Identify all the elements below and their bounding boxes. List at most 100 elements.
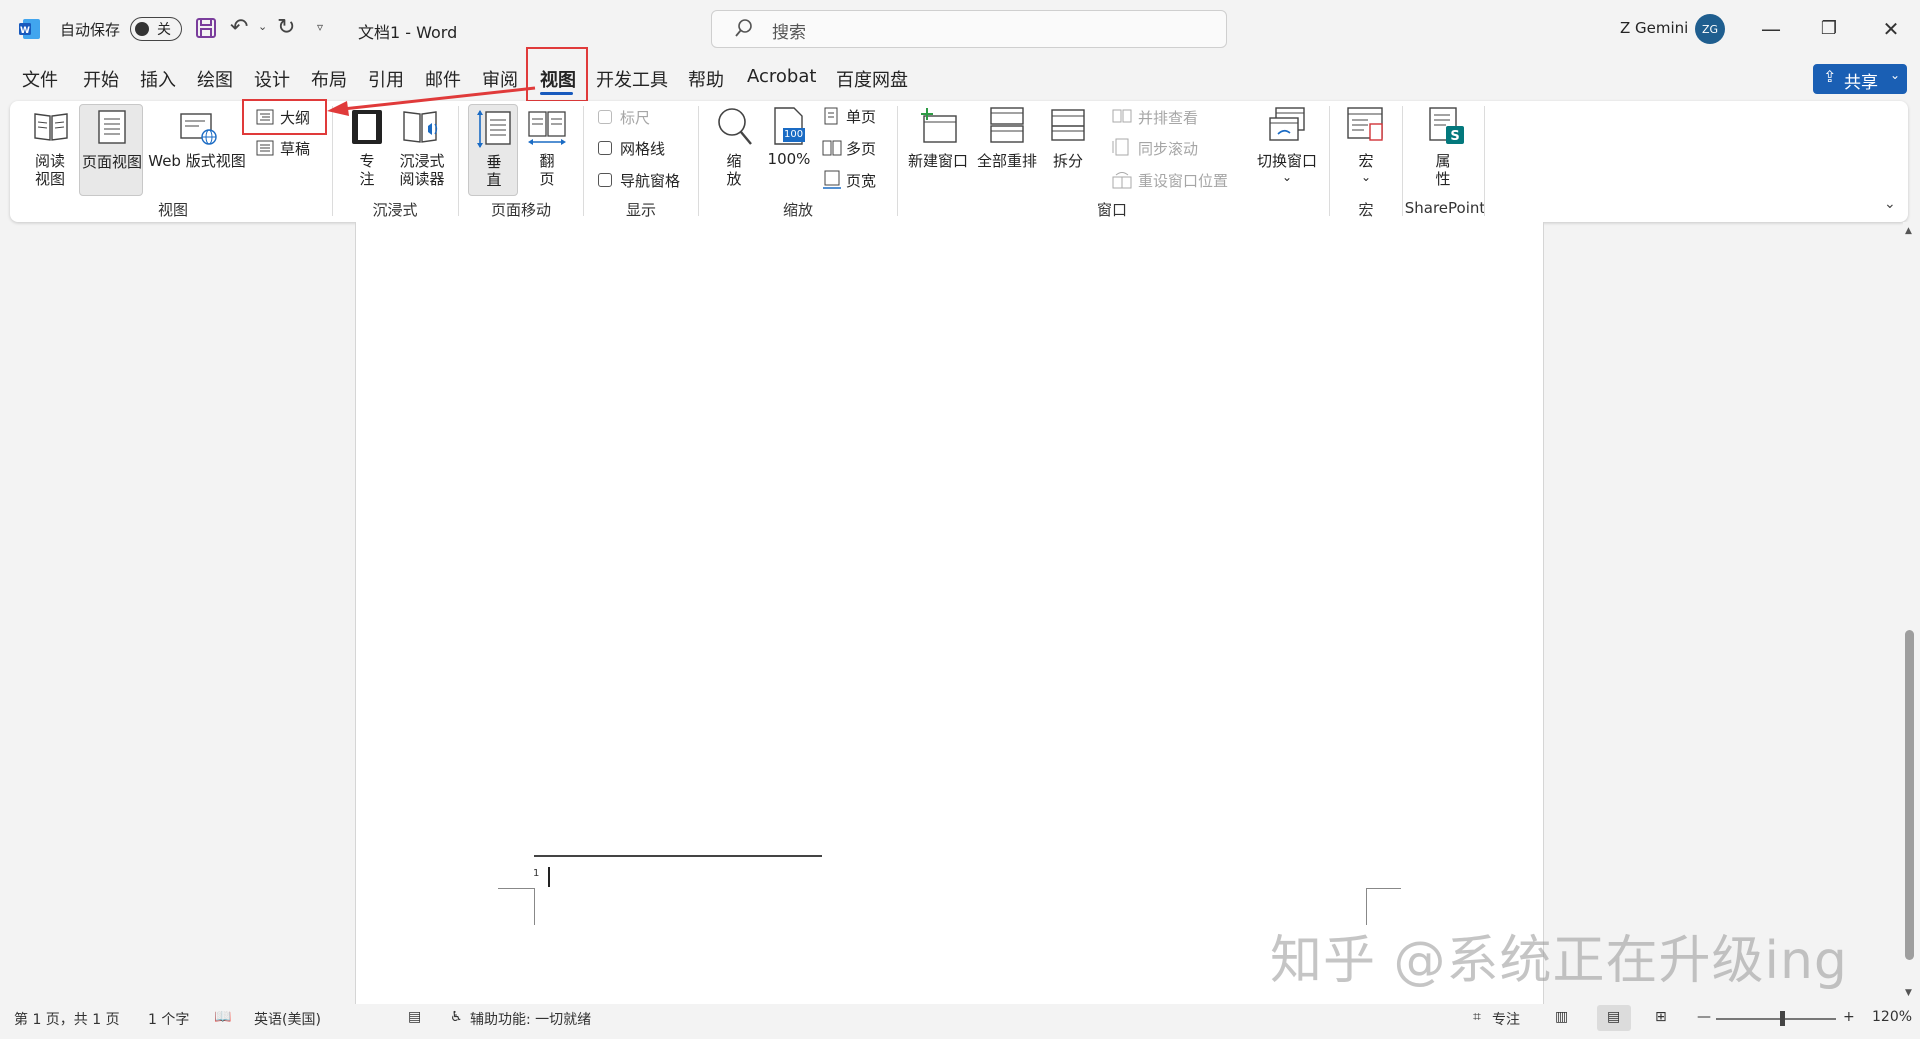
ribbon-separator [698, 106, 699, 216]
vertical-label-2: 直 [486, 171, 502, 189]
tab-design[interactable]: 设计 [254, 66, 290, 92]
redo-icon[interactable]: ↻ [277, 15, 295, 40]
share-label: 共享 [1844, 73, 1878, 93]
autosave-label: 自动保存 [60, 21, 121, 39]
new-window-button[interactable]: 新建窗口 [906, 104, 970, 190]
tab-file[interactable]: 文件 [22, 66, 58, 92]
immersive-reader-button[interactable]: 沉浸式 阅读器 [392, 104, 452, 190]
zoom-in-icon[interactable]: + [1843, 1009, 1855, 1025]
scroll-up-icon[interactable]: ▲ [1905, 226, 1912, 236]
avatar[interactable]: ZG [1695, 14, 1725, 44]
document-page[interactable] [355, 222, 1544, 1004]
focus-mode-label[interactable]: 专注 [1492, 1009, 1520, 1029]
accessibility-icon[interactable]: ♿ [450, 1009, 463, 1025]
autosave-toggle[interactable]: 关 [130, 17, 182, 41]
gridlines-checkbox[interactable] [598, 141, 612, 155]
web-layout-button[interactable]: Web 版式视图 [146, 104, 248, 190]
ribbon-separator [1484, 106, 1485, 216]
share-button[interactable]: ⇪ 共享 ⌄ [1813, 64, 1907, 94]
zoom-100-button[interactable]: 100 100% [764, 104, 814, 190]
multiple-pages-icon [822, 140, 842, 160]
page-width-button[interactable]: 页宽 [822, 168, 886, 192]
properties-button[interactable]: S 属 性 [1410, 104, 1476, 190]
draft-icon [256, 140, 274, 160]
collapse-ribbon-icon[interactable]: ⌄ [1884, 196, 1896, 212]
sync-scroll-button[interactable]: 同步滚动 [1112, 137, 1222, 159]
side-to-side-button[interactable]: 翻 页 [524, 104, 570, 190]
ribbon-separator [332, 106, 333, 216]
macros-button[interactable]: 宏 ⌄ [1340, 104, 1392, 190]
reset-position-label: 重设窗口位置 [1138, 172, 1229, 190]
vertical-pages-icon [476, 109, 512, 153]
read-mode-icon[interactable]: ▥ [1555, 1009, 1568, 1025]
web-layout-icon[interactable]: ⊞ [1655, 1009, 1667, 1025]
page-count[interactable]: 第 1 页，共 1 页 [14, 1009, 120, 1029]
user-name[interactable]: Z Gemini [1620, 19, 1688, 37]
focus-icon [350, 108, 384, 150]
reset-position-icon [1112, 171, 1132, 193]
arrange-all-icon [989, 106, 1025, 148]
ribbon-separator [1329, 106, 1330, 216]
minimize-icon[interactable]: — [1756, 14, 1786, 44]
scrollbar-thumb[interactable] [1905, 630, 1914, 960]
customize-qat-icon[interactable]: ▿ [317, 20, 323, 34]
tab-baidu-netdisk[interactable]: 百度网盘 [836, 66, 908, 92]
split-icon [1050, 108, 1086, 146]
zoom-slider-track[interactable] [1716, 1018, 1836, 1020]
tab-draw[interactable]: 绘图 [197, 66, 233, 92]
zoom-button[interactable]: 缩 放 [711, 104, 757, 190]
focus-button[interactable]: 专 注 [346, 104, 388, 190]
navigation-pane-label: 导航窗格 [620, 172, 681, 190]
view-side-by-side-button[interactable]: 并排查看 [1112, 106, 1222, 128]
scroll-down-icon[interactable]: ▼ [1905, 988, 1912, 998]
watermark: 知乎 @系统正在升级ing [1270, 931, 1848, 991]
arrange-all-button[interactable]: 全部重排 [974, 104, 1040, 190]
accessibility-status[interactable]: 辅助功能: 一切就绪 [470, 1009, 591, 1029]
print-layout-label: 页面视图 [81, 153, 142, 171]
language-indicator[interactable]: 英语(美国) [254, 1009, 321, 1029]
focus-mode-icon[interactable]: ⌗ [1473, 1009, 1481, 1025]
tab-home[interactable]: 开始 [83, 66, 119, 92]
zoom-100-label: 100% [767, 150, 811, 168]
gridlines-label: 网格线 [620, 140, 666, 158]
autosave-state: 关 [157, 22, 171, 38]
arrange-all-label: 全部重排 [976, 152, 1037, 170]
close-icon[interactable]: ✕ [1876, 14, 1906, 44]
ruler-checkbox[interactable] [598, 110, 612, 124]
read-mode-button[interactable]: 阅读 视图 [27, 104, 73, 190]
zoom-out-icon[interactable]: — [1697, 1009, 1711, 1025]
draft-label: 草稿 [280, 140, 311, 158]
print-layout-button[interactable]: 页面视图 [79, 104, 143, 196]
draft-button[interactable]: 草稿 [246, 138, 324, 164]
undo-icon[interactable]: ↶ [230, 15, 248, 40]
page-width-icon [822, 170, 842, 194]
group-zoom-label: 缩放 [782, 201, 813, 219]
navigation-pane-checkbox[interactable] [598, 173, 612, 187]
group-views-label: 视图 [157, 201, 188, 219]
one-page-button[interactable]: 单页 [822, 104, 886, 128]
footnote-separator [534, 855, 822, 857]
multiple-pages-button[interactable]: 多页 [822, 136, 886, 160]
word-count[interactable]: 1 个字 [148, 1009, 189, 1029]
save-icon[interactable] [195, 17, 217, 39]
proofing-icon[interactable]: 📖 [214, 1009, 231, 1025]
macros-icon [1346, 106, 1386, 150]
switch-windows-button[interactable]: 切换窗口 ⌄ [1252, 104, 1322, 190]
split-button[interactable]: 拆分 [1046, 104, 1090, 190]
macros-dropdown-icon: ⌄ [1361, 170, 1372, 184]
undo-dropdown-icon[interactable]: ⌄ [258, 20, 267, 33]
share-dropdown-icon[interactable]: ⌄ [1890, 68, 1900, 82]
zoom-slider-thumb[interactable] [1780, 1011, 1785, 1026]
text-predictions-icon[interactable]: ▤ [408, 1009, 421, 1025]
page-width-label: 页宽 [846, 172, 877, 190]
zoom-percentage[interactable]: 120% [1872, 1009, 1912, 1025]
restore-icon[interactable]: ❐ [1814, 14, 1844, 44]
tab-help[interactable]: 帮助 [688, 66, 724, 92]
tab-insert[interactable]: 插入 [140, 66, 176, 92]
reset-window-position-button[interactable]: 重设窗口位置 [1112, 169, 1242, 191]
vertical-button[interactable]: 垂 直 [468, 104, 518, 196]
tab-acrobat[interactable]: Acrobat [747, 66, 816, 87]
group-show-label: 显示 [625, 201, 656, 219]
tab-developer[interactable]: 开发工具 [596, 66, 668, 92]
left-margin-corner-mark [498, 888, 535, 925]
